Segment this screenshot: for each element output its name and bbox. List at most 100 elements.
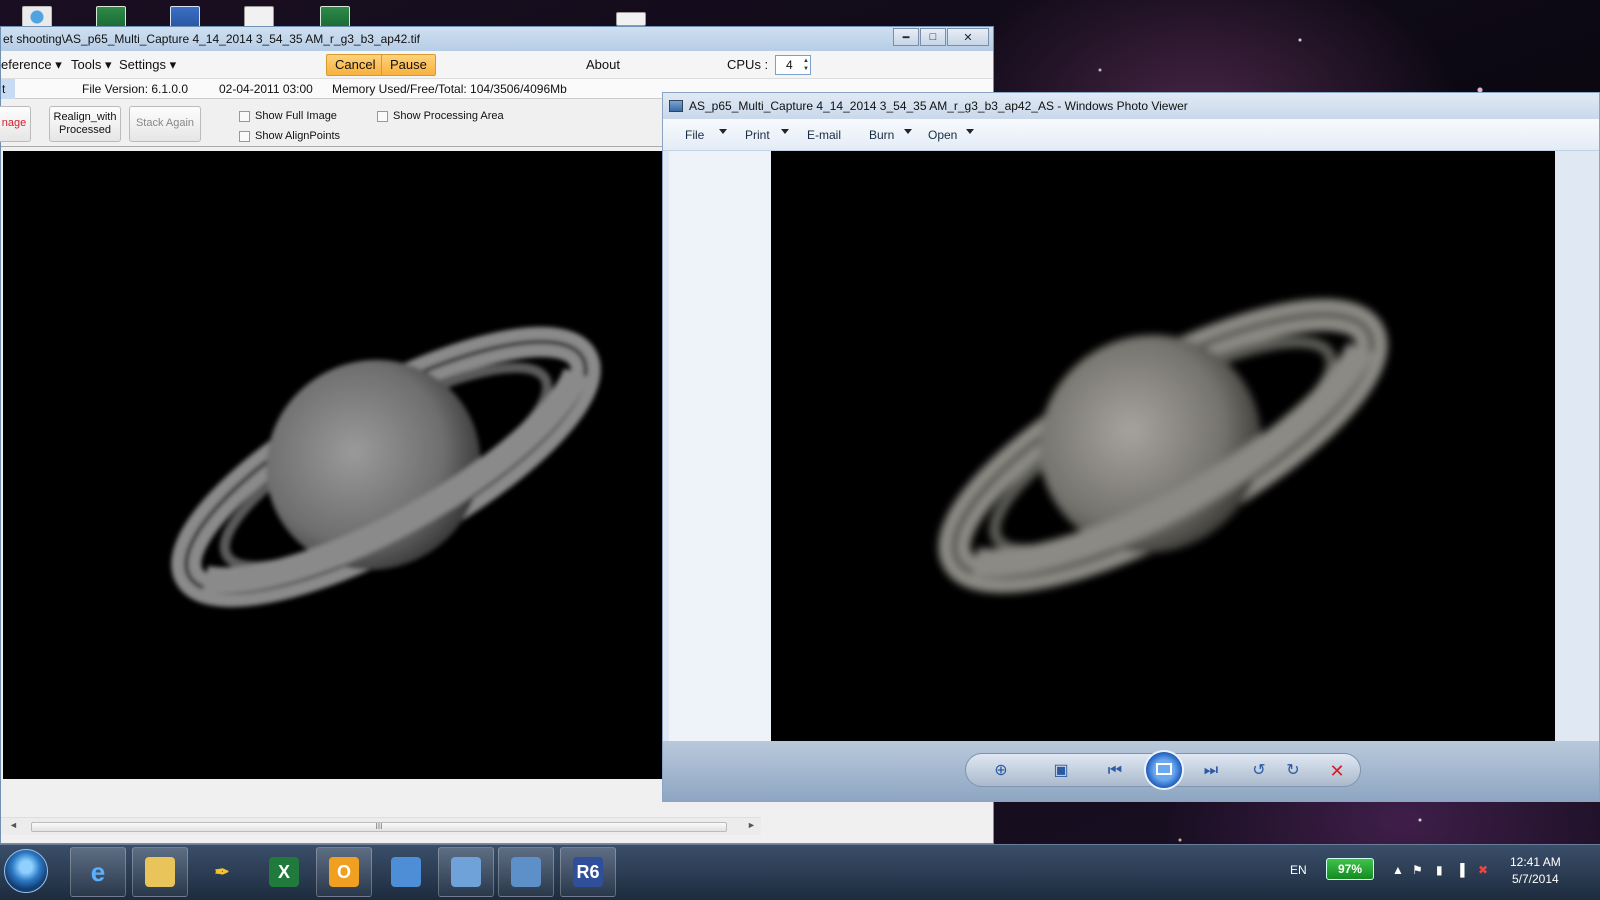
excel-file-icon[interactable]	[320, 6, 350, 28]
pause-button[interactable]: Pause	[381, 54, 436, 76]
photo-viewer-window: AS_p65_Multi_Capture 4_14_2014 3_54_35 A…	[662, 92, 1600, 802]
window-controls: ━ □ ✕	[893, 28, 989, 46]
cpus-label: CPUs :	[727, 57, 769, 72]
window-title: et shooting\AS_p65_Multi_Capture 4_14_20…	[3, 32, 420, 46]
clock-date: 5/7/2014	[1511, 872, 1559, 886]
word-file-icon[interactable]	[170, 6, 200, 28]
viewer-control-bar: ⊕ ▣ ⏮ ⏭ ↺ ↻ ✕	[663, 741, 1599, 801]
menu-email[interactable]: E-mail	[807, 128, 841, 142]
registax-icon: R6	[573, 857, 603, 887]
show-hidden-icons-icon[interactable]: ▲	[1392, 863, 1404, 877]
scroll-right-icon[interactable]: ►	[747, 820, 756, 830]
checkbox-box[interactable]	[239, 130, 250, 142]
maximize-button[interactable]: □	[920, 28, 946, 46]
clock[interactable]: 12:41 AM 5/7/2014	[1510, 854, 1561, 888]
internet-explorer-icon: e	[90, 856, 106, 887]
saturn-image-processed	[771, 151, 1555, 741]
slideshow-icon	[1156, 763, 1172, 775]
action-center-flag-icon[interactable]: ⚑	[1412, 863, 1423, 877]
menu-file[interactable]: File	[685, 128, 704, 142]
rotate-right-icon[interactable]: ↻	[1282, 760, 1304, 782]
start-button[interactable]	[4, 849, 48, 893]
checkbox-box[interactable]	[239, 110, 250, 122]
saturn-image	[938, 298, 1388, 594]
checkbox-box[interactable]	[377, 110, 388, 122]
battery-icon[interactable]: ▮	[1436, 863, 1443, 877]
taskbar-app-excel[interactable]: X	[256, 847, 312, 897]
language-indicator[interactable]: EN	[1290, 863, 1307, 877]
next-icon[interactable]: ⏭	[1200, 760, 1222, 782]
show-full-image-checkbox[interactable]: Show Full Image	[239, 110, 337, 122]
show-processing-area-checkbox[interactable]: Show Processing Area	[377, 110, 504, 122]
menu-reference[interactable]: eference ▾	[1, 57, 62, 73]
minimize-button[interactable]: ━	[893, 28, 919, 46]
battery-indicator[interactable]: 97%	[1326, 858, 1374, 880]
taskbar-app-registax[interactable]: R6	[560, 847, 616, 897]
document-file-icon[interactable]	[244, 6, 274, 28]
realign-processed-button[interactable]: Realign_with Processed	[49, 106, 121, 142]
menu-bar: File Print E-mail Burn Open	[663, 119, 1599, 151]
pen-tool-icon: ✒	[214, 861, 230, 882]
show-alignpoints-checkbox[interactable]: Show AlignPoints	[239, 130, 340, 142]
image-button[interactable]: nage	[0, 106, 31, 142]
taskbar-app-pen[interactable]: ✒	[194, 847, 250, 897]
chevron-down-icon[interactable]	[904, 129, 912, 134]
taskbar-app-photo-viewer[interactable]	[498, 847, 554, 897]
excel-file-icon[interactable]	[96, 6, 126, 28]
taskbar-app-ie[interactable]: e	[70, 847, 126, 897]
system-tray: EN 97% ▲ ⚑ ▮ ▐ ✖ 12:41 AM 5/7/2014	[1260, 845, 1600, 900]
scrollbar-thumb[interactable]: III	[31, 822, 727, 832]
cancel-button[interactable]: Cancel	[326, 54, 385, 76]
rotate-left-icon[interactable]: ↺	[1248, 760, 1270, 782]
title-bar[interactable]: AS_p65_Multi_Capture 4_14_2014 3_54_35 A…	[663, 93, 1599, 119]
taskbar-app-remote[interactable]	[378, 847, 434, 897]
file-date: 02-04-2011 03:00	[219, 82, 313, 96]
cpus-value: 4	[786, 58, 793, 72]
clock-time: 12:41 AM	[1510, 855, 1561, 869]
outlook-app-icon: O	[329, 857, 359, 887]
scroll-left-icon[interactable]: ◄	[9, 820, 18, 830]
menu-bar: eference ▾ Tools ▾ Settings ▾ Cancel Pau…	[1, 51, 993, 79]
slideshow-button[interactable]	[1144, 750, 1184, 790]
file-version: File Version: 6.1.0.0	[82, 82, 189, 96]
taskbar: e ✒ X O R6 EN 97% ▲ ⚑ ▮ ▐ ✖ 12:41 AM 5/7…	[0, 844, 1600, 900]
chevron-down-icon[interactable]	[781, 129, 789, 134]
viewer-left-pane	[669, 151, 771, 741]
menu-tools[interactable]: Tools ▾	[71, 57, 112, 73]
memory-status: Memory Used/Free/Total: 104/3506/4096Mb	[332, 82, 567, 96]
taskbar-app-network[interactable]	[438, 847, 494, 897]
actual-size-icon[interactable]: ▣	[1050, 760, 1072, 782]
volume-muted-icon[interactable]: ✖	[1478, 863, 1488, 877]
tab-stub[interactable]: t	[1, 79, 15, 99]
menu-burn[interactable]: Burn	[869, 128, 894, 142]
menu-print[interactable]: Print	[745, 128, 770, 142]
menu-about[interactable]: About	[586, 57, 620, 72]
file-explorer-icon	[145, 857, 175, 887]
menu-open[interactable]: Open	[928, 128, 957, 142]
taskbar-app-explorer[interactable]	[132, 847, 188, 897]
network-signal-icon[interactable]: ▐	[1456, 863, 1465, 877]
globe-shortcut-icon[interactable]	[22, 6, 52, 28]
chevron-down-icon[interactable]	[966, 129, 974, 134]
menu-settings[interactable]: Settings ▾	[119, 57, 176, 73]
saturn-image	[171, 326, 601, 608]
horizontal-scrollbar[interactable]: ◄ III ►	[1, 817, 761, 835]
taskbar-app-outlook[interactable]: O	[316, 847, 372, 897]
saturn-image-stacked	[3, 151, 663, 779]
document-file-icon[interactable]	[616, 12, 646, 26]
chevron-down-icon[interactable]	[719, 129, 727, 134]
excel-app-icon: X	[269, 857, 299, 887]
cpus-spinner[interactable]: 4 ▲ ▼	[775, 55, 811, 75]
spinner-arrows-icon[interactable]: ▲ ▼	[803, 57, 809, 73]
zoom-icon[interactable]: ⊕	[990, 760, 1012, 782]
photo-viewer-icon	[669, 100, 683, 112]
network-app-icon	[451, 857, 481, 887]
delete-icon[interactable]: ✕	[1326, 760, 1348, 782]
close-button[interactable]: ✕	[947, 28, 989, 46]
previous-icon[interactable]: ⏮	[1104, 760, 1126, 782]
window-title: AS_p65_Multi_Capture 4_14_2014 3_54_35 A…	[689, 99, 1188, 113]
playback-controls: ⊕ ▣ ⏮ ⏭ ↺ ↻ ✕	[965, 750, 1361, 790]
stack-again-button[interactable]: Stack Again	[129, 106, 201, 142]
photo-viewer-icon	[511, 857, 541, 887]
title-bar[interactable]: et shooting\AS_p65_Multi_Capture 4_14_20…	[1, 27, 993, 51]
